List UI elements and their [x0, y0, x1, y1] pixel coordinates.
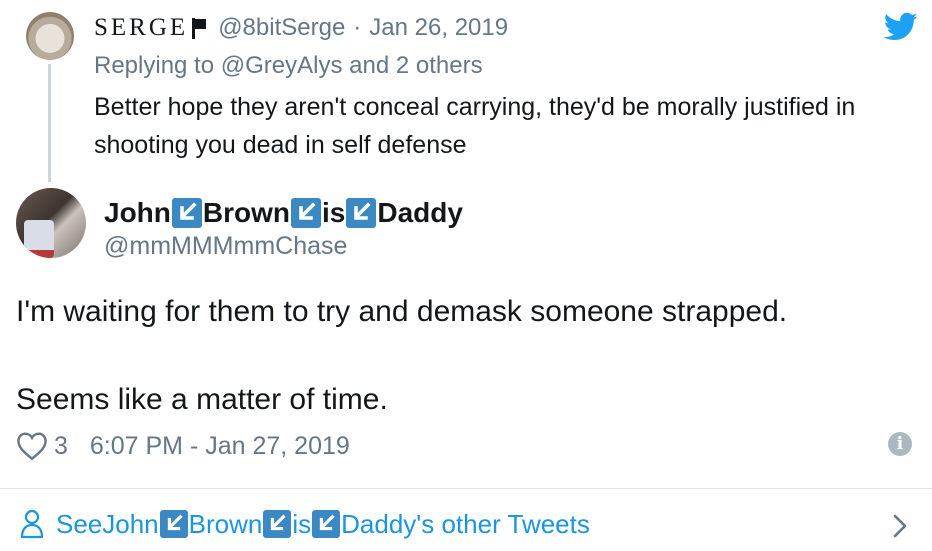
arrow-down-left-emoji-icon [171, 198, 202, 228]
see-prefix: See [56, 508, 103, 539]
arrow-down-left-emoji-icon [346, 198, 377, 228]
divider [0, 488, 932, 489]
author-handle[interactable]: @mmMMMmmChase [104, 232, 347, 261]
parent-tweet-text: Better hope they aren't conceal carrying… [94, 93, 856, 159]
flag-icon [190, 17, 208, 39]
arrow-down-left-emoji-icon [159, 510, 188, 538]
like-count[interactable]: 3 [54, 432, 68, 461]
arrow-down-left-emoji-icon [263, 510, 292, 538]
parent-author-name[interactable]: SERGE [94, 14, 188, 42]
author-display-name[interactable]: John Brown is Daddy [104, 194, 463, 232]
person-icon [20, 509, 44, 539]
tweet-text-line-2: Seems like a matter of time. [16, 383, 388, 416]
avatar-can-shape [24, 220, 54, 258]
tweet-timestamp[interactable]: 6:07 PM - Jan 27, 2019 [90, 432, 350, 461]
replying-to-line: Replying to @GreyAlys and 2 others [94, 52, 483, 80]
heart-outline-icon[interactable] [16, 431, 48, 461]
replying-mention-link[interactable]: @GreyAlys [221, 52, 343, 79]
name-part-brown: Brown [202, 197, 290, 228]
chevron-right-icon[interactable] [890, 512, 910, 540]
replying-prefix: Replying to [94, 52, 221, 79]
tweet-actions-row: 3 6:07 PM - Jan 27, 2019 [16, 428, 350, 464]
arrow-down-left-emoji-icon [291, 198, 321, 228]
tweet-text-line-1: I'm waiting for them to try and demask s… [16, 295, 788, 328]
name-part-is: is [322, 197, 346, 228]
see-name-part-daddy: Daddy's other Tweets [341, 508, 590, 539]
see-name-part-brown: Brown [188, 508, 263, 539]
see-name-part-john: John [102, 508, 159, 539]
replying-suffix[interactable]: and 2 others [342, 52, 482, 79]
arrow-down-left-emoji-icon [312, 510, 341, 538]
thread-connector-line [48, 64, 51, 182]
parent-author-handle[interactable]: @8bitSerge [218, 14, 345, 42]
see-name-part-is: is [292, 508, 312, 539]
twitter-bird-icon[interactable] [884, 12, 918, 42]
separator-dot: · [353, 14, 362, 41]
parent-avatar[interactable] [26, 12, 74, 60]
name-part-john: John [104, 197, 171, 228]
parent-tweet-header: SERGE @8bitSerge · Jan 26, 2019 [94, 12, 508, 44]
author-avatar[interactable] [16, 188, 86, 258]
name-part-daddy: Daddy [377, 197, 463, 228]
parent-tweet-date[interactable]: Jan 26, 2019 [369, 14, 508, 42]
info-icon[interactable]: i [888, 432, 912, 456]
see-other-tweets-link[interactable]: See John Brown is Daddy's other Tweets [20, 504, 590, 544]
